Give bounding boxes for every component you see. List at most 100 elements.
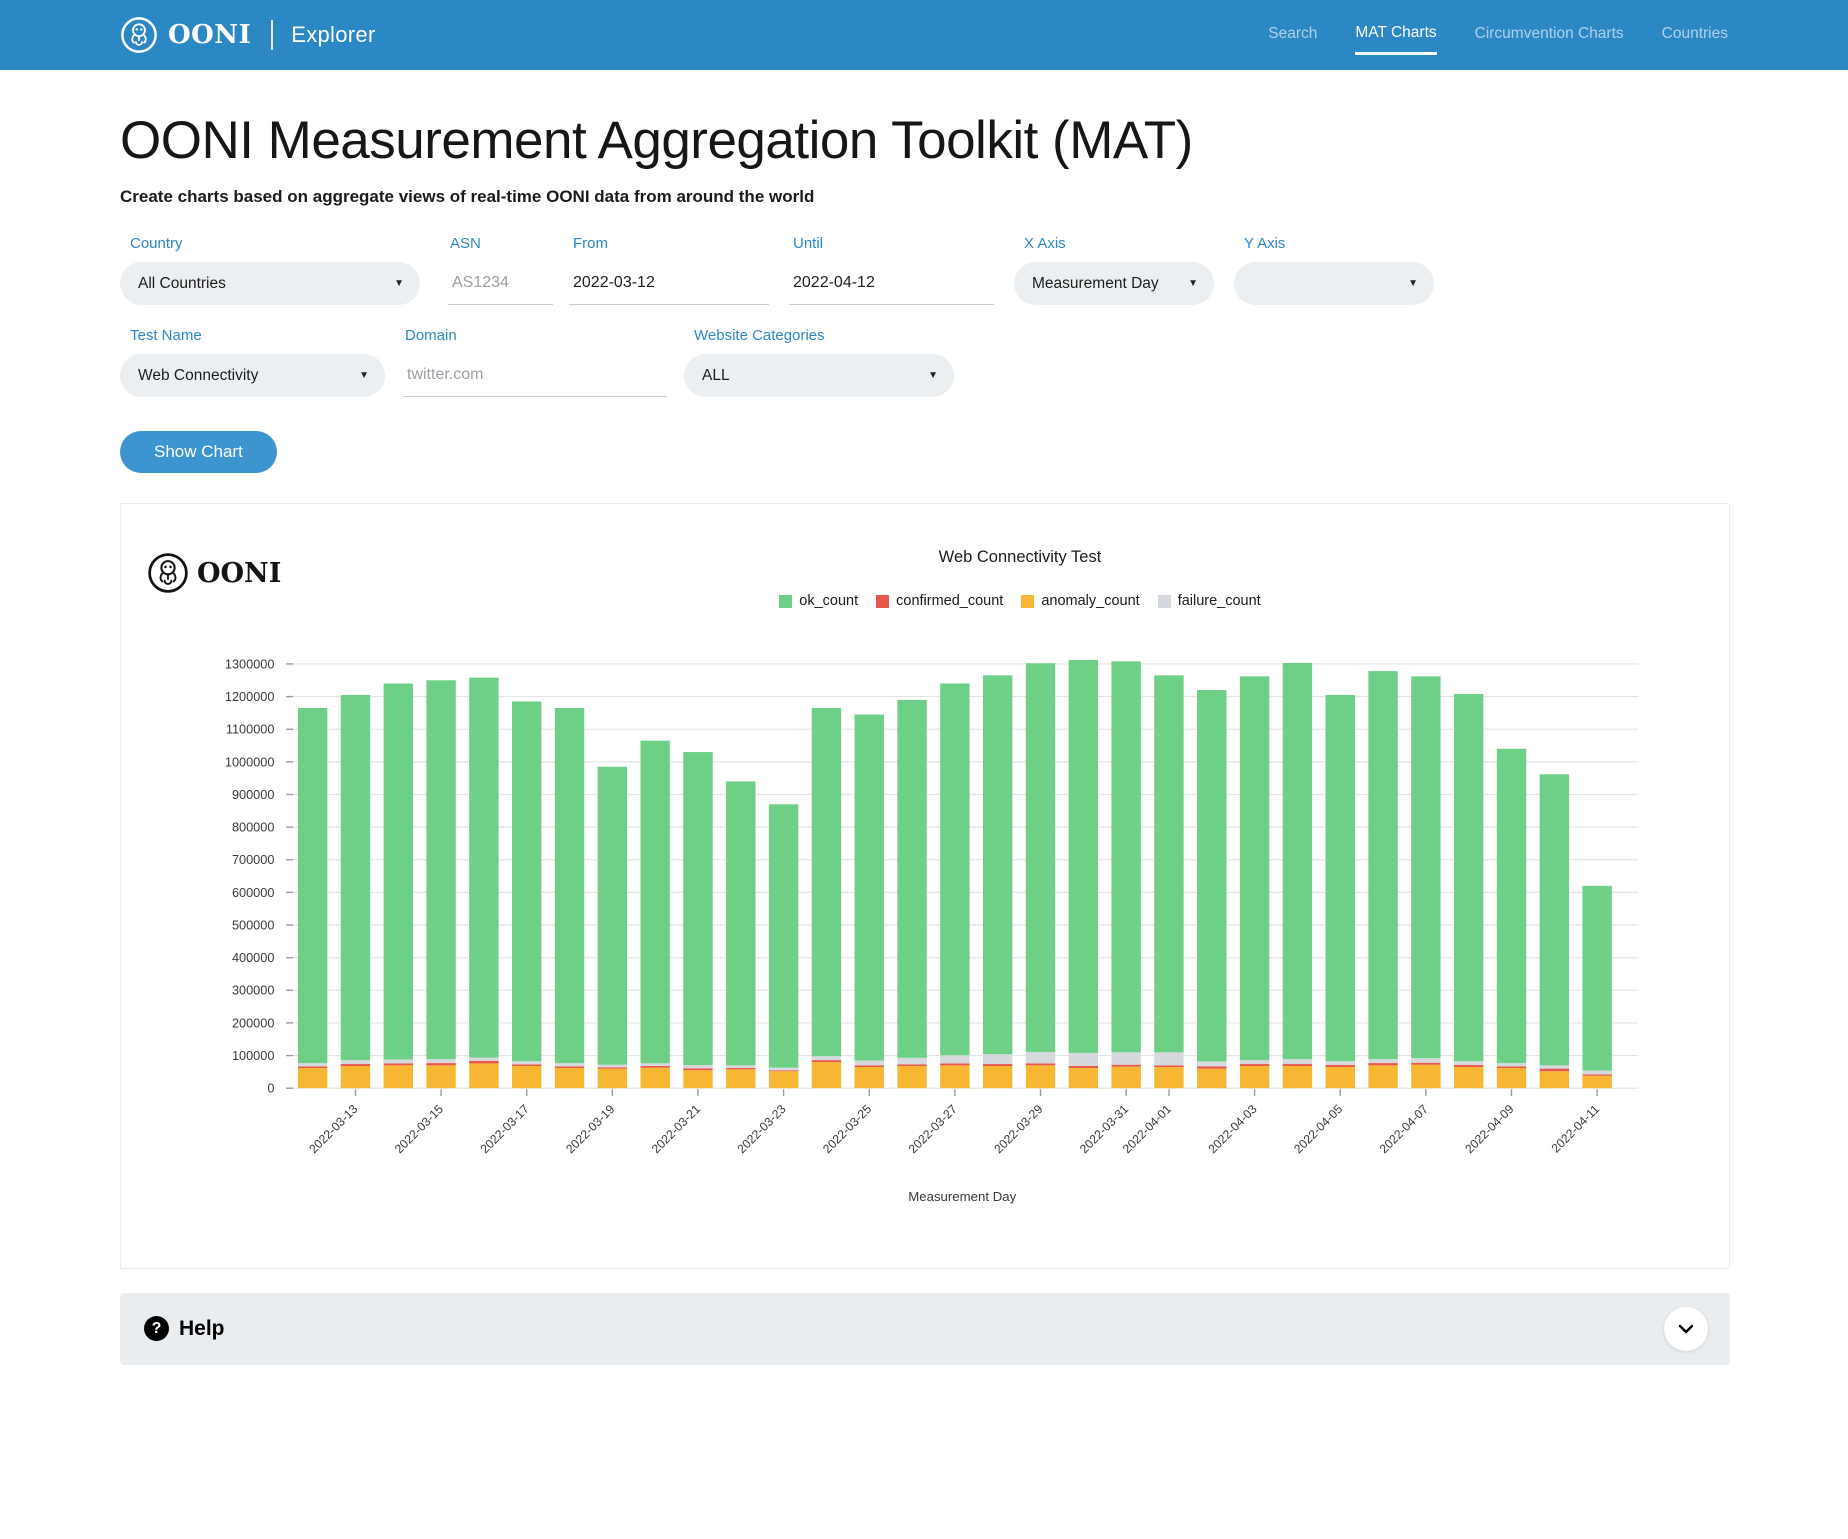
bar-segment-failure_count[interactable] — [897, 1058, 926, 1065]
bar-segment-confirmed_count[interactable] — [1411, 1063, 1440, 1065]
bar-segment-ok_count[interactable] — [598, 767, 627, 1065]
bar-segment-failure_count[interactable] — [1454, 1061, 1483, 1065]
bar-segment-confirmed_count[interactable] — [640, 1066, 669, 1068]
bar-segment-ok_count[interactable] — [341, 695, 370, 1060]
show-chart-button[interactable]: Show Chart — [120, 431, 277, 473]
bar-segment-confirmed_count[interactable] — [555, 1066, 584, 1068]
bar-segment-confirmed_count[interactable] — [384, 1063, 413, 1065]
bar-segment-confirmed_count[interactable] — [341, 1064, 370, 1066]
bar-segment-failure_count[interactable] — [341, 1060, 370, 1064]
bar-segment-confirmed_count[interactable] — [897, 1064, 926, 1066]
bar-segment-confirmed_count[interactable] — [1111, 1065, 1140, 1067]
bar-segment-confirmed_count[interactable] — [1326, 1065, 1355, 1067]
bar-segment-anomaly_count[interactable] — [384, 1065, 413, 1088]
bar-segment-anomaly_count[interactable] — [298, 1068, 327, 1088]
bar-segment-confirmed_count[interactable] — [598, 1067, 627, 1068]
bar-segment-failure_count[interactable] — [1582, 1071, 1611, 1075]
nav-item-search[interactable]: Search — [1268, 17, 1317, 53]
bar-segment-ok_count[interactable] — [640, 741, 669, 1064]
bar-segment-anomaly_count[interactable] — [1197, 1069, 1226, 1089]
bar-segment-anomaly_count[interactable] — [1582, 1076, 1611, 1088]
bar-segment-failure_count[interactable] — [512, 1061, 541, 1064]
bar-segment-anomaly_count[interactable] — [1283, 1066, 1312, 1088]
bar-segment-anomaly_count[interactable] — [983, 1066, 1012, 1088]
bar-segment-failure_count[interactable] — [983, 1054, 1012, 1064]
bar-segment-failure_count[interactable] — [1326, 1061, 1355, 1065]
bar-segment-confirmed_count[interactable] — [1026, 1063, 1055, 1065]
bar-segment-anomaly_count[interactable] — [812, 1062, 841, 1088]
bar-segment-anomaly_count[interactable] — [1154, 1067, 1183, 1088]
bar-segment-failure_count[interactable] — [1283, 1059, 1312, 1064]
bar-segment-confirmed_count[interactable] — [812, 1060, 841, 1062]
bar-segment-anomaly_count[interactable] — [726, 1069, 755, 1088]
bar-segment-ok_count[interactable] — [855, 715, 884, 1061]
bar-segment-anomaly_count[interactable] — [555, 1068, 584, 1088]
bar-segment-anomaly_count[interactable] — [598, 1069, 627, 1089]
bar-segment-confirmed_count[interactable] — [512, 1064, 541, 1066]
bar-segment-failure_count[interactable] — [298, 1063, 327, 1066]
bar-segment-confirmed_count[interactable] — [726, 1068, 755, 1069]
bar-segment-ok_count[interactable] — [940, 684, 969, 1056]
bar-segment-confirmed_count[interactable] — [683, 1068, 712, 1070]
bar-segment-ok_count[interactable] — [1283, 663, 1312, 1059]
bar-segment-anomaly_count[interactable] — [683, 1070, 712, 1088]
bar-segment-failure_count[interactable] — [726, 1065, 755, 1068]
bar-segment-ok_count[interactable] — [1454, 694, 1483, 1061]
bar-segment-confirmed_count[interactable] — [983, 1064, 1012, 1066]
bar-segment-ok_count[interactable] — [384, 684, 413, 1060]
bar-segment-ok_count[interactable] — [1111, 661, 1140, 1052]
bar-segment-failure_count[interactable] — [812, 1056, 841, 1060]
country-select[interactable]: All Countries ▼ — [120, 262, 420, 305]
bar-segment-anomaly_count[interactable] — [512, 1066, 541, 1088]
bar-segment-anomaly_count[interactable] — [1326, 1067, 1355, 1088]
brand-logo[interactable]: OONI Explorer — [120, 16, 376, 54]
bar-segment-confirmed_count[interactable] — [1454, 1065, 1483, 1067]
bar-segment-failure_count[interactable] — [598, 1065, 627, 1068]
asn-input[interactable] — [448, 262, 553, 305]
bar-segment-failure_count[interactable] — [1026, 1052, 1055, 1063]
bar-segment-failure_count[interactable] — [1240, 1060, 1269, 1064]
bar-segment-ok_count[interactable] — [1240, 676, 1269, 1060]
bar-segment-confirmed_count[interactable] — [1069, 1066, 1098, 1068]
y-axis-select[interactable]: ▼ — [1234, 262, 1434, 305]
bar-segment-ok_count[interactable] — [769, 804, 798, 1067]
bar-segment-confirmed_count[interactable] — [1540, 1069, 1569, 1072]
bar-segment-ok_count[interactable] — [1540, 774, 1569, 1065]
bar-segment-ok_count[interactable] — [1582, 886, 1611, 1071]
bar-segment-failure_count[interactable] — [855, 1060, 884, 1065]
until-date-input[interactable] — [789, 262, 994, 305]
bar-segment-ok_count[interactable] — [426, 680, 455, 1059]
bar-segment-failure_count[interactable] — [1540, 1065, 1569, 1068]
bar-segment-failure_count[interactable] — [1411, 1058, 1440, 1063]
bar-segment-ok_count[interactable] — [1026, 663, 1055, 1052]
help-expand-button[interactable] — [1664, 1307, 1708, 1351]
bar-segment-confirmed_count[interactable] — [769, 1070, 798, 1071]
bar-segment-anomaly_count[interactable] — [1111, 1067, 1140, 1089]
bar-segment-anomaly_count[interactable] — [940, 1065, 969, 1088]
bar-segment-ok_count[interactable] — [683, 752, 712, 1065]
bar-segment-anomaly_count[interactable] — [769, 1071, 798, 1088]
bar-segment-ok_count[interactable] — [469, 678, 498, 1058]
bar-segment-failure_count[interactable] — [640, 1063, 669, 1066]
nav-item-countries[interactable]: Countries — [1662, 17, 1728, 53]
bar-segment-ok_count[interactable] — [1497, 749, 1526, 1063]
bar-segment-confirmed_count[interactable] — [1368, 1063, 1397, 1065]
bar-segment-ok_count[interactable] — [512, 701, 541, 1061]
domain-input[interactable] — [403, 354, 667, 397]
bar-segment-failure_count[interactable] — [683, 1065, 712, 1068]
bar-segment-confirmed_count[interactable] — [426, 1063, 455, 1065]
bar-segment-ok_count[interactable] — [1154, 675, 1183, 1052]
bar-segment-anomaly_count[interactable] — [1454, 1067, 1483, 1088]
bar-segment-anomaly_count[interactable] — [1240, 1066, 1269, 1088]
bar-segment-anomaly_count[interactable] — [855, 1067, 884, 1088]
bar-segment-anomaly_count[interactable] — [469, 1063, 498, 1088]
bar-segment-anomaly_count[interactable] — [640, 1068, 669, 1089]
bar-segment-anomaly_count[interactable] — [1069, 1068, 1098, 1088]
bar-segment-failure_count[interactable] — [1368, 1059, 1397, 1063]
bar-segment-ok_count[interactable] — [983, 675, 1012, 1054]
bar-segment-anomaly_count[interactable] — [426, 1065, 455, 1088]
bar-segment-failure_count[interactable] — [1069, 1053, 1098, 1066]
nav-item-circumvention-charts[interactable]: Circumvention Charts — [1475, 17, 1624, 53]
nav-item-mat-charts[interactable]: MAT Charts — [1355, 16, 1436, 55]
help-bar[interactable]: ? Help — [120, 1293, 1730, 1365]
